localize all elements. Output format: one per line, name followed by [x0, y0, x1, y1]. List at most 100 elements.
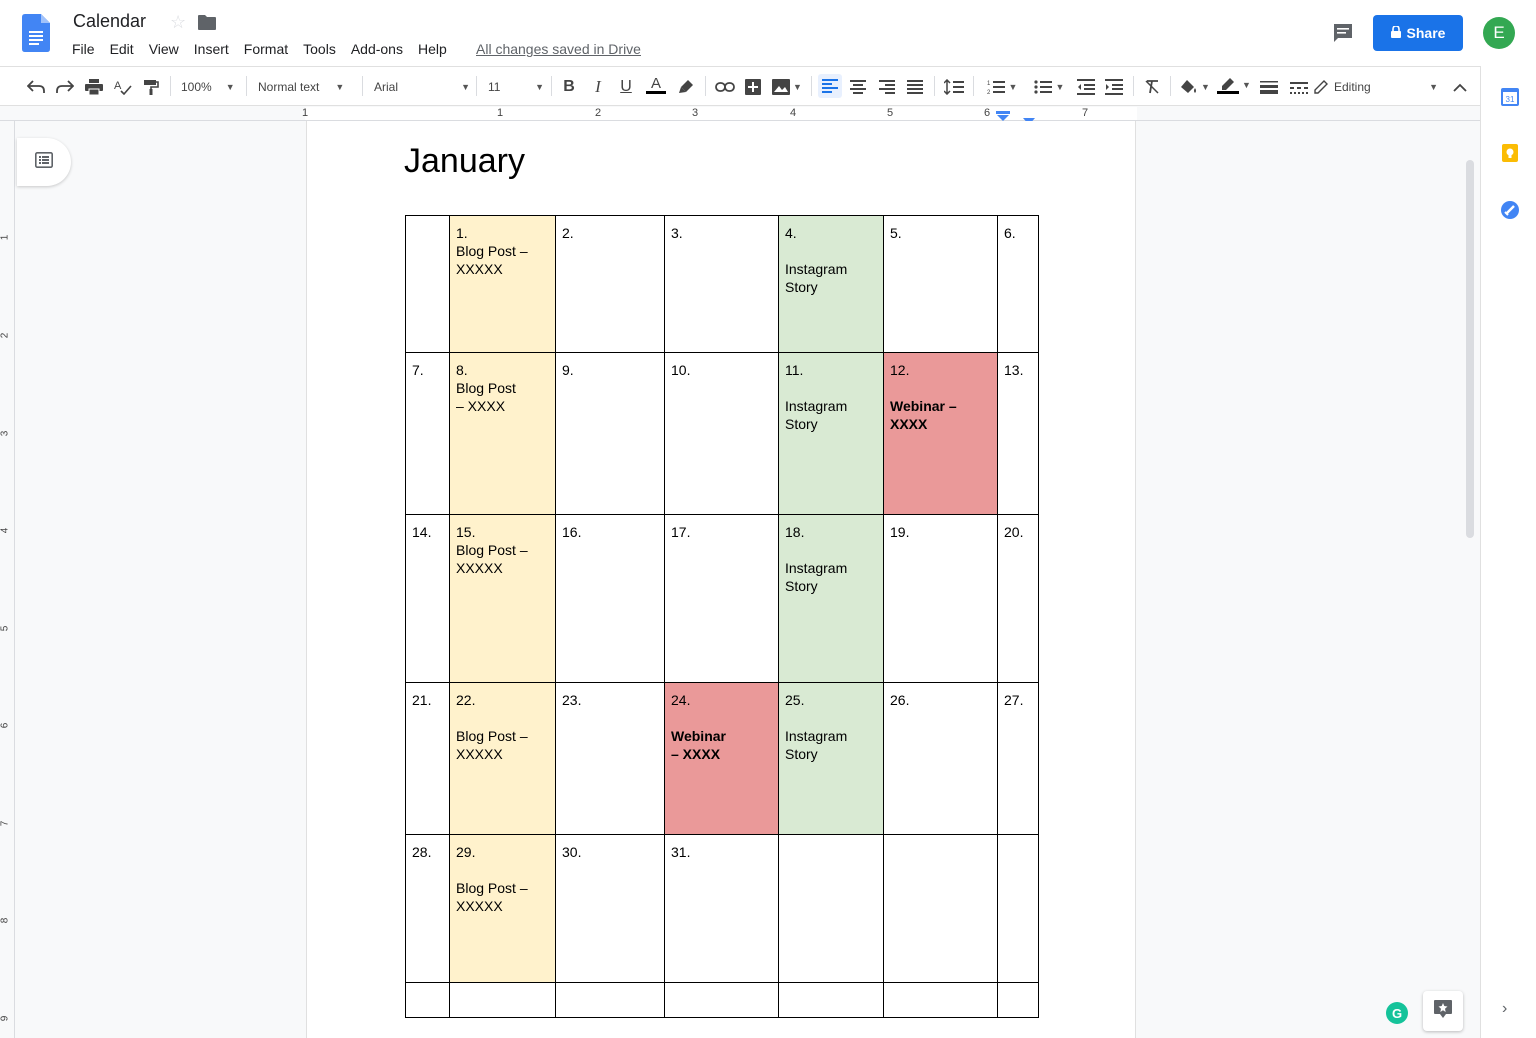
calendar-cell[interactable]: [555, 982, 665, 1018]
calendar-cell[interactable]: 23.: [555, 682, 665, 835]
calendar-cell[interactable]: 26.: [883, 682, 998, 835]
calendar-cell[interactable]: 2.: [555, 215, 665, 353]
calendar-cell[interactable]: 3.: [664, 215, 779, 353]
menu-file[interactable]: File: [72, 41, 95, 57]
bold-icon[interactable]: B: [559, 76, 579, 98]
spellcheck-icon[interactable]: A: [113, 76, 133, 98]
font-select[interactable]: Arial ▼: [374, 76, 470, 98]
grammarly-icon[interactable]: G: [1386, 1002, 1408, 1024]
calendar-icon[interactable]: 31: [1500, 87, 1520, 107]
print-icon[interactable]: [84, 76, 104, 98]
underline-icon[interactable]: U: [616, 76, 636, 98]
calendar-cell[interactable]: 14.: [405, 514, 450, 683]
border-dash-icon[interactable]: [1288, 76, 1310, 98]
explore-button[interactable]: [1423, 991, 1463, 1031]
calendar-cell[interactable]: [883, 834, 998, 983]
calendar-cell[interactable]: [449, 982, 556, 1018]
calendar-cell[interactable]: 7.: [405, 352, 450, 515]
calendar-cell[interactable]: 27.: [997, 682, 1039, 835]
folder-icon[interactable]: [198, 15, 216, 30]
bulleted-list-icon[interactable]: ▼: [1031, 76, 1067, 98]
calendar-cell[interactable]: 13.: [997, 352, 1039, 515]
chevron-right-icon[interactable]: ›: [1502, 1000, 1507, 1018]
line-spacing-icon[interactable]: [943, 76, 965, 98]
calendar-cell[interactable]: 19.: [883, 514, 998, 683]
tasks-icon[interactable]: [1500, 200, 1520, 220]
calendar-cell[interactable]: 31.: [664, 834, 779, 983]
calendar-cell[interactable]: 22. Blog Post – XXXXX: [449, 682, 556, 835]
menu-help[interactable]: Help: [418, 41, 447, 57]
calendar-cell[interactable]: 28.: [405, 834, 450, 983]
align-left-icon[interactable]: [818, 74, 842, 98]
text-color-icon[interactable]: A: [645, 74, 667, 96]
calendar-cell[interactable]: [778, 982, 884, 1018]
calendar-cell[interactable]: 29. Blog Post – XXXXX: [449, 834, 556, 983]
comment-icon[interactable]: [1332, 22, 1354, 44]
insert-image-icon[interactable]: ▼: [771, 76, 803, 98]
calendar-cell[interactable]: 12. Webinar – XXXX: [883, 352, 998, 515]
calendar-cell[interactable]: 1. Blog Post – XXXXX: [449, 215, 556, 353]
style-select[interactable]: Normal text ▼: [258, 76, 358, 98]
calendar-cell[interactable]: [778, 834, 884, 983]
save-status[interactable]: All changes saved in Drive: [476, 41, 641, 57]
insert-comment-icon[interactable]: [743, 76, 763, 98]
page-heading[interactable]: January: [404, 142, 525, 181]
clear-formatting-icon[interactable]: [1142, 76, 1162, 98]
zoom-select[interactable]: 100% ▼: [181, 76, 241, 98]
fill-color-icon[interactable]: ▼: [1178, 76, 1212, 98]
account-avatar[interactable]: E: [1483, 17, 1515, 49]
calendar-cell[interactable]: 10.: [664, 352, 779, 515]
vertical-scrollbar[interactable]: [1466, 160, 1474, 538]
vertical-ruler[interactable]: [0, 121, 15, 1038]
share-button[interactable]: Share: [1373, 15, 1463, 51]
calendar-cell[interactable]: 25. Instagram Story: [778, 682, 884, 835]
calendar-table[interactable]: 1. Blog Post – XXXXX 2. 3. 4. Instagram Story 5…: [405, 215, 1039, 1018]
calendar-cell[interactable]: [997, 982, 1039, 1018]
calendar-cell[interactable]: 4. Instagram Story: [778, 215, 884, 353]
menu-tools[interactable]: Tools: [303, 41, 336, 57]
menu-addons[interactable]: Add-ons: [351, 41, 403, 57]
menu-format[interactable]: Format: [244, 41, 288, 57]
document-title[interactable]: Calendar: [73, 11, 146, 32]
align-right-icon[interactable]: [877, 76, 897, 98]
keep-icon[interactable]: [1500, 143, 1520, 163]
calendar-cell[interactable]: 16.: [555, 514, 665, 683]
calendar-cell[interactable]: 30.: [555, 834, 665, 983]
calendar-cell[interactable]: [405, 215, 450, 353]
calendar-cell[interactable]: 9.: [555, 352, 665, 515]
calendar-cell[interactable]: 17.: [664, 514, 779, 683]
menu-insert[interactable]: Insert: [194, 41, 229, 57]
calendar-cell[interactable]: [405, 982, 450, 1018]
editing-mode-select[interactable]: Editing ▼: [1314, 76, 1438, 98]
undo-icon[interactable]: [26, 76, 46, 98]
calendar-cell[interactable]: 8. Blog Post – XXXX: [449, 352, 556, 515]
chevron-up-icon[interactable]: [1450, 76, 1470, 98]
border-width-icon[interactable]: [1259, 76, 1279, 98]
decrease-indent-icon[interactable]: [1076, 76, 1096, 98]
border-color-icon[interactable]: ▼: [1216, 74, 1252, 96]
paint-format-icon[interactable]: [141, 76, 161, 98]
align-justify-icon[interactable]: [905, 76, 925, 98]
docs-logo-icon[interactable]: [22, 14, 50, 52]
font-size-select[interactable]: 11 ▼: [488, 76, 544, 98]
document-outline-button[interactable]: [17, 138, 71, 186]
redo-icon[interactable]: [55, 76, 75, 98]
italic-icon[interactable]: I: [588, 76, 608, 98]
link-icon[interactable]: [714, 76, 736, 98]
highlight-icon[interactable]: [676, 76, 696, 98]
calendar-cell[interactable]: 6.: [997, 215, 1039, 353]
calendar-cell[interactable]: 15. Blog Post – XXXXX: [449, 514, 556, 683]
align-center-icon[interactable]: [848, 76, 868, 98]
calendar-cell[interactable]: [883, 982, 998, 1018]
calendar-cell[interactable]: 21.: [405, 682, 450, 835]
menu-edit[interactable]: Edit: [110, 41, 134, 57]
calendar-cell[interactable]: 20.: [997, 514, 1039, 683]
calendar-cell[interactable]: [664, 982, 779, 1018]
star-icon[interactable]: ☆: [170, 12, 186, 33]
calendar-cell[interactable]: 18. Instagram Story: [778, 514, 884, 683]
calendar-cell[interactable]: 24. Webinar – XXXX: [664, 682, 779, 835]
calendar-cell[interactable]: 11. Instagram Story: [778, 352, 884, 515]
calendar-cell[interactable]: [997, 834, 1039, 983]
calendar-cell[interactable]: 5.: [883, 215, 998, 353]
increase-indent-icon[interactable]: [1104, 76, 1124, 98]
